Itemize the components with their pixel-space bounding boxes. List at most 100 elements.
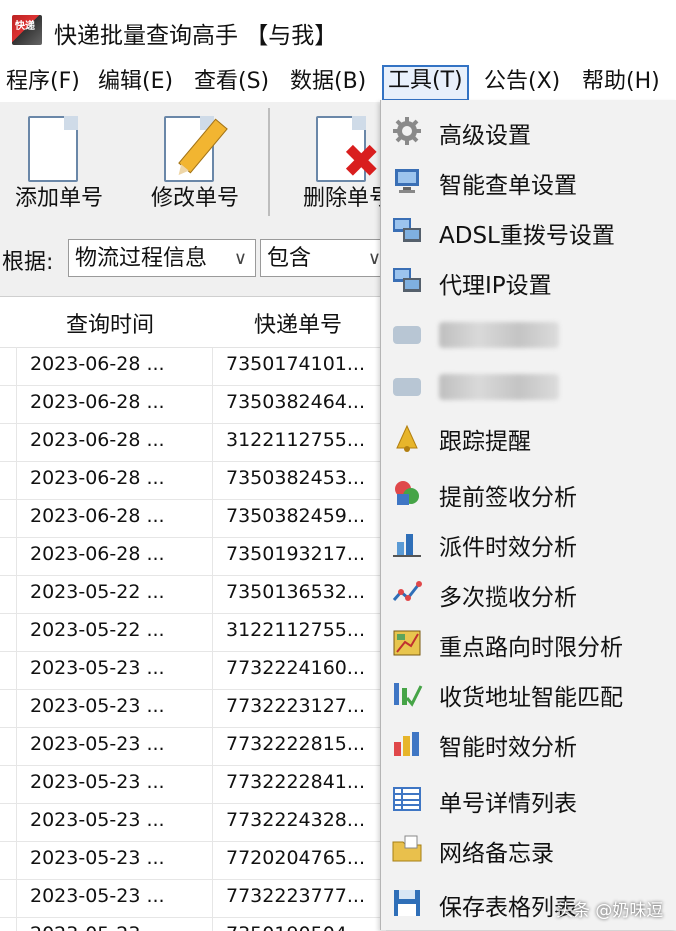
bell-icon — [391, 422, 423, 452]
row-indicator-cell[interactable] — [0, 917, 17, 931]
table-row[interactable]: 2023-05-23 ... 7732224328... — [0, 803, 386, 842]
tools-menu-item[interactable]: ADSL重拨号设置 — [381, 208, 676, 254]
query-time-cell: 2023-06-28 ... — [30, 391, 165, 413]
query-time-cell: 2023-05-22 ... — [30, 619, 165, 641]
line-chart-icon — [391, 578, 423, 608]
column-header-tracking-number[interactable]: 快递单号 — [254, 307, 342, 339]
table-row[interactable]: 2023-06-28 ... 7350382464... — [0, 385, 386, 424]
table-row[interactable]: 2023-05-23 ... 7732224160... — [0, 651, 386, 690]
filter-operator-select[interactable]: 包含 ∨ — [260, 239, 390, 277]
table-row[interactable]: 2023-06-28 ... 7350382459... — [0, 499, 386, 538]
tools-menu-item[interactable] — [381, 364, 676, 410]
row-indicator-cell[interactable] — [0, 651, 17, 689]
add-number-button[interactable]: 添加单号 — [0, 108, 124, 218]
menu-edit[interactable]: 编辑(E) — [94, 66, 177, 98]
tracking-number-cell: 7732223777... — [226, 885, 366, 907]
tools-menu-item[interactable]: 高级设置 — [381, 108, 676, 154]
blurred-icon — [391, 320, 423, 350]
blurred-icon — [391, 372, 423, 402]
row-indicator-cell[interactable] — [0, 803, 17, 841]
results-table: 查询时间 快递单号 2023-06-28 ... 7350174101... 202… — [0, 296, 386, 931]
match-icon — [391, 678, 423, 708]
menu-announcement[interactable]: 公告(X) — [480, 66, 564, 98]
tracking-number-cell: 7732224328... — [226, 809, 366, 831]
row-indicator-cell[interactable] — [0, 499, 17, 537]
row-indicator-cell[interactable] — [0, 689, 17, 727]
tracking-number-cell: 7732224160... — [226, 657, 366, 679]
row-indicator-cell[interactable] — [0, 385, 17, 423]
tools-menu-item[interactable]: 网络备忘录 — [381, 826, 676, 872]
table-header: 查询时间 快递单号 — [0, 297, 386, 348]
table-row[interactable]: 2023-05-23 ... 7732222815... — [0, 727, 386, 766]
query-time-cell: 2023-05-23 ... — [30, 771, 165, 793]
table-row[interactable]: 2023-05-23 ... 7732223127... — [0, 689, 386, 728]
row-indicator-cell[interactable] — [0, 347, 17, 385]
tools-menu-item-label: 高级设置 — [439, 123, 531, 149]
tracking-number-cell: 7350174101... — [226, 353, 366, 375]
document-icon — [28, 116, 78, 182]
tracking-number-cell: 7732223127... — [226, 695, 366, 717]
menu-tools[interactable]: 工具(T) — [382, 65, 469, 101]
tools-menu-item[interactable]: 派件时效分析 — [381, 520, 676, 566]
network-icon — [391, 216, 423, 246]
tracking-number-cell: 7350193217... — [226, 543, 366, 565]
table-row[interactable]: 2023-05-23 ... 7732223777... — [0, 879, 386, 918]
query-time-cell: 2023-05-23 ... — [30, 847, 165, 869]
row-indicator-cell[interactable] — [0, 765, 17, 803]
table-row[interactable]: 2023-05-23 ... 7732222841... — [0, 765, 386, 804]
row-indicator-cell[interactable] — [0, 575, 17, 613]
menu-help[interactable]: 帮助(H) — [578, 66, 664, 98]
tools-menu-item[interactable]: 重点路向时限分析 — [381, 620, 676, 666]
table-row[interactable]: 2023-06-28 ... 7350174101... — [0, 347, 386, 386]
tools-menu-item-label: 多次揽收分析 — [439, 585, 577, 611]
table-row[interactable]: 2023-05-23 ... 7720204765... — [0, 841, 386, 880]
table-row[interactable]: 2023-05-22 ... 3122112755... — [0, 613, 386, 652]
tools-menu-item[interactable]: 收货地址智能匹配 — [381, 670, 676, 716]
row-indicator-cell[interactable] — [0, 461, 17, 499]
edit-number-label: 修改单号 — [150, 186, 239, 211]
table-row[interactable]: 2023-05-22 ... 7350136532... — [0, 575, 386, 614]
column-header-query-time[interactable]: 查询时间 — [66, 307, 154, 339]
tools-menu-item-label — [439, 322, 559, 348]
tools-menu-item[interactable]: 代理IP设置 — [381, 258, 676, 304]
tracking-number-cell: 3122112755... — [226, 429, 366, 451]
tracking-number-cell: 7732222815... — [226, 733, 366, 755]
query-time-cell: 2023-06-28 ... — [30, 429, 165, 451]
monitor-icon — [391, 166, 423, 196]
query-time-cell: 2023-05-23 ... — [30, 695, 165, 717]
row-indicator-cell[interactable] — [0, 537, 17, 575]
chevron-down-icon: ∨ — [233, 248, 247, 269]
tracking-number-cell: 3122112755... — [226, 619, 366, 641]
menu-program[interactable]: 程序(F) — [2, 66, 84, 98]
table-row[interactable]: 2023-06-28 ... 3122112755... — [0, 423, 386, 462]
tracking-number-cell: 7720204765... — [226, 847, 366, 869]
filter-field-select[interactable]: 物流过程信息 ∨ — [68, 239, 256, 277]
tracking-number-cell: 7350136532... — [226, 581, 366, 603]
row-indicator-cell[interactable] — [0, 841, 17, 879]
query-time-cell: 2023-06-28 ... — [30, 543, 165, 565]
filter-label: 根据: — [2, 250, 54, 275]
tracking-number-cell: 7350382453... — [226, 467, 366, 489]
row-indicator-cell[interactable] — [0, 423, 17, 461]
tools-menu-item[interactable] — [381, 312, 676, 358]
tools-menu-item[interactable]: 单号详情列表 — [381, 776, 676, 822]
tools-menu-item-label: 重点路向时限分析 — [439, 635, 623, 661]
filter-operator-value: 包含 — [267, 246, 312, 271]
add-number-label: 添加单号 — [14, 186, 103, 211]
tools-menu-item[interactable]: 智能查单设置 — [381, 158, 676, 204]
title-bar: 快递 快递批量查询高手 【与我】 — [0, 0, 676, 62]
menu-data[interactable]: 数据(B) — [286, 66, 370, 98]
table-row[interactable]: 2023-06-28 ... 7350382453... — [0, 461, 386, 500]
menu-view[interactable]: 查看(S) — [190, 66, 273, 98]
row-indicator-cell[interactable] — [0, 613, 17, 651]
tools-menu-item[interactable]: 提前签收分析 — [381, 470, 676, 516]
query-time-cell: 2023-06-28 ... — [30, 505, 165, 527]
tools-menu-item[interactable]: 智能时效分析 — [381, 720, 676, 766]
tools-menu-item[interactable]: 多次揽收分析 — [381, 570, 676, 616]
row-indicator-cell[interactable] — [0, 879, 17, 917]
row-indicator-cell[interactable] — [0, 727, 17, 765]
edit-number-button[interactable]: 修改单号 — [130, 108, 260, 218]
tools-menu-item[interactable]: 跟踪提醒 — [381, 414, 676, 460]
table-row[interactable]: 2023-05-23 ...7350190504... — [0, 917, 386, 931]
table-row[interactable]: 2023-06-28 ... 7350193217... — [0, 537, 386, 576]
